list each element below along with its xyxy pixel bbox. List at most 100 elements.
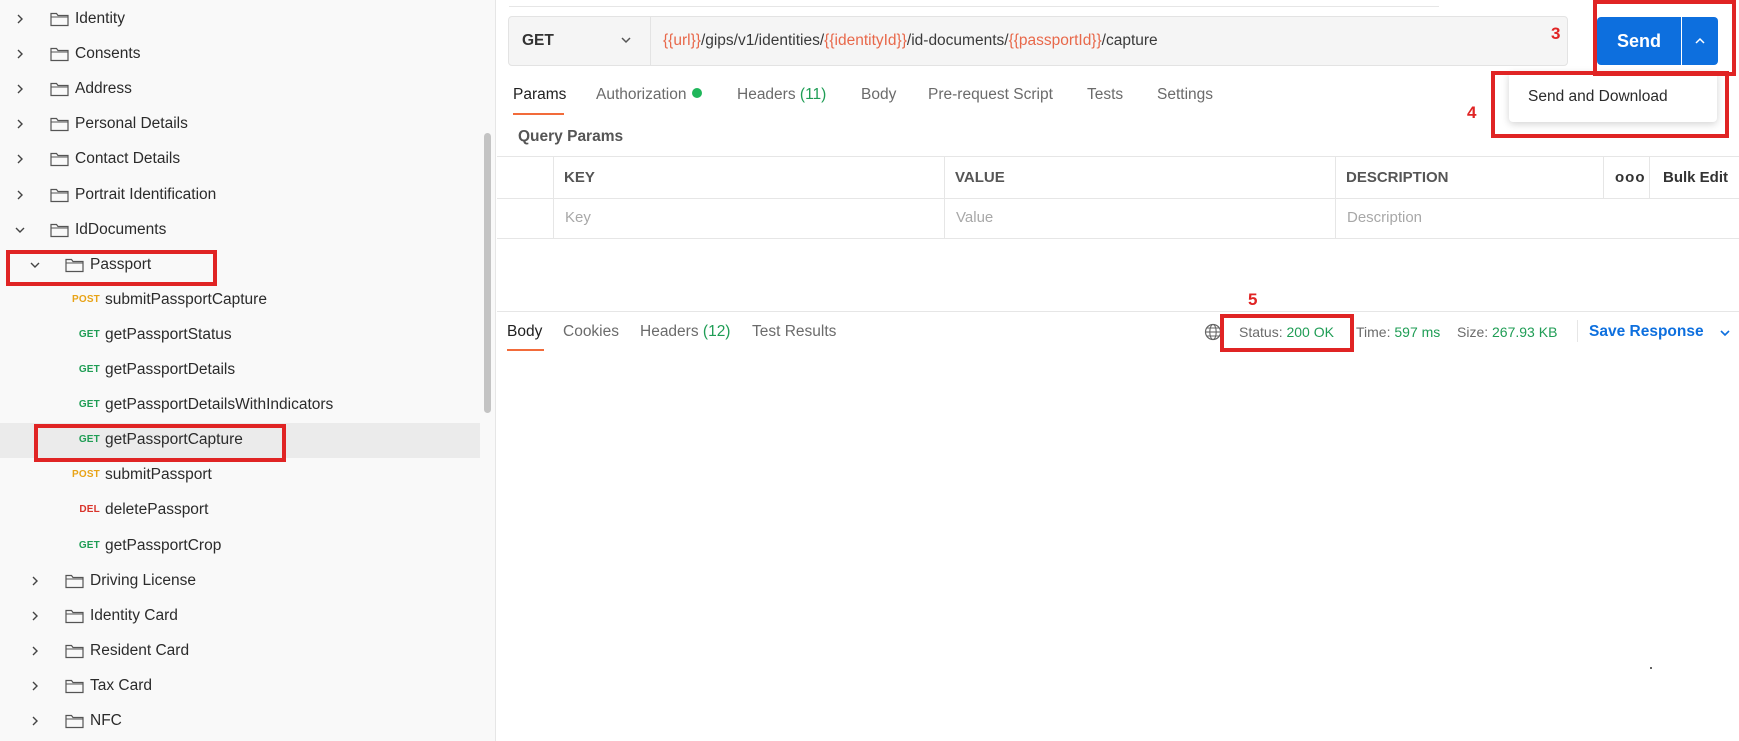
- time-label: Time:: [1356, 324, 1391, 340]
- table-col-divider: [944, 156, 945, 238]
- size-label: Size:: [1457, 324, 1489, 340]
- tree-folder[interactable]: Identity Card: [0, 599, 480, 634]
- url-input[interactable]: {{url}}/gips/v1/identities/{{identityId}…: [651, 17, 1567, 65]
- chevron-right-icon[interactable]: [27, 678, 43, 694]
- url-variable: {{url}}: [663, 32, 701, 49]
- tree-request-label: getPassportCrop: [105, 536, 222, 554]
- tree-folder-label: Identity Card: [90, 606, 178, 624]
- url-segment: /id-documents/: [906, 32, 1009, 49]
- chevron-down-icon: [621, 37, 631, 44]
- tree-folder-label: NFC: [90, 712, 122, 729]
- folder-icon: [50, 187, 70, 203]
- tree-request-label: submitPassport: [105, 466, 212, 484]
- tree-request[interactable]: DEL deletePassport: [0, 493, 480, 528]
- response-tab-test-results[interactable]: Test Results: [752, 323, 836, 341]
- tree-request[interactable]: GET getPassportCrop: [0, 529, 480, 564]
- tab-authorization[interactable]: Authorization: [596, 86, 703, 104]
- tree-folder-label: Identity: [75, 10, 125, 27]
- folder-icon: [65, 643, 85, 659]
- tree-folder-label: Address: [75, 80, 132, 98]
- tab-params[interactable]: Params: [513, 86, 566, 104]
- method-badge: GET: [78, 539, 100, 551]
- folder-icon: [50, 222, 70, 238]
- response-tab-body[interactable]: Body: [507, 323, 542, 341]
- chevron-right-icon[interactable]: [12, 187, 28, 203]
- chevron-down-icon[interactable]: [12, 222, 28, 238]
- tab-params-underline: [513, 113, 564, 115]
- method-select[interactable]: GET: [509, 17, 651, 65]
- method-select-value: GET: [522, 32, 554, 49]
- param-key-input[interactable]: Key: [565, 209, 591, 226]
- save-response-button[interactable]: Save Response: [1589, 323, 1704, 341]
- bulk-edit-button[interactable]: Bulk Edit: [1663, 169, 1728, 186]
- chevron-down-icon[interactable]: [1719, 327, 1731, 339]
- tab-pre-request-script[interactable]: Pre-request Script: [928, 86, 1053, 104]
- response-tab-headers[interactable]: Headers (12): [640, 323, 730, 341]
- tab-headers-label: Headers: [737, 86, 796, 103]
- tab-body[interactable]: Body: [861, 86, 896, 104]
- chevron-right-icon[interactable]: [27, 608, 43, 624]
- response-tab-headers-label: Headers: [640, 323, 699, 340]
- tree-request[interactable]: POST submitPassportCapture: [0, 283, 480, 318]
- tab-settings[interactable]: Settings: [1157, 86, 1213, 104]
- url-bar: GET {{url}}/gips/v1/identities/{{identit…: [508, 16, 1568, 66]
- tab-headers[interactable]: Headers (11): [737, 86, 826, 104]
- tree-folder[interactable]: Portrait Identification: [0, 178, 480, 213]
- table-col-divider: [1603, 156, 1604, 198]
- tree-folder[interactable]: IdDocuments: [0, 213, 480, 248]
- chevron-right-icon[interactable]: [12, 11, 28, 27]
- table-border-mid: [497, 198, 1739, 199]
- tree-request-label: getPassportDetailsWithIndicators: [105, 396, 334, 414]
- param-value-input[interactable]: Value: [956, 209, 993, 226]
- chevron-right-icon[interactable]: [27, 643, 43, 659]
- annotation-number-5: 5: [1248, 290, 1258, 309]
- folder-icon: [50, 81, 70, 97]
- tree-request[interactable]: POST submitPassport: [0, 458, 480, 493]
- sidebar-scrollbar[interactable]: [484, 133, 491, 413]
- tree-folder[interactable]: NFC: [0, 704, 480, 739]
- tab-authorization-label: Authorization: [596, 86, 687, 103]
- chevron-right-icon[interactable]: [12, 116, 28, 132]
- tree-folder-label: Resident Card: [90, 641, 190, 659]
- more-options-button[interactable]: ooo: [1615, 169, 1646, 186]
- tree-folder[interactable]: Tax Card: [0, 669, 480, 704]
- url-segment: /capture: [1101, 32, 1158, 49]
- tree-request[interactable]: GET getPassportStatus: [0, 318, 480, 353]
- collection-sidebar: Identity Consents Address Personal Details C…: [0, 0, 496, 741]
- param-description-input[interactable]: Description: [1347, 209, 1422, 226]
- column-header-value: VALUE: [955, 169, 1005, 186]
- chevron-right-icon[interactable]: [12, 81, 28, 97]
- response-tab-cookies[interactable]: Cookies: [563, 323, 619, 341]
- folder-icon: [65, 608, 85, 624]
- folder-icon: [65, 573, 85, 589]
- chevron-right-icon[interactable]: [27, 713, 43, 729]
- method-badge: DEL: [79, 504, 100, 516]
- tree-request[interactable]: GET getPassportDetails: [0, 353, 480, 388]
- response-size: Size: 267.93 KB: [1457, 324, 1557, 340]
- tree-folder-label: Contact Details: [75, 150, 181, 168]
- tree-folder[interactable]: Driving License: [0, 564, 480, 599]
- tree-folder-label: Driving License: [90, 571, 196, 589]
- url-segment: /gips/v1/identities/: [700, 32, 825, 49]
- annotation-box-send-download: [1491, 71, 1729, 138]
- tree-folder[interactable]: Resident Card: [0, 634, 480, 669]
- tree-folder[interactable]: Consents: [0, 37, 480, 72]
- url-variable: {{identityId}}: [824, 32, 907, 49]
- tree-folder[interactable]: Contact Details: [0, 142, 480, 177]
- tab-tests[interactable]: Tests: [1087, 86, 1123, 104]
- table-border-bottom: [497, 238, 1739, 239]
- chevron-right-icon[interactable]: [12, 46, 28, 62]
- annotation-number-3: 3: [1551, 24, 1561, 43]
- tree-folder[interactable]: Identity: [0, 2, 480, 37]
- folder-icon: [50, 116, 70, 132]
- chevron-right-icon[interactable]: [12, 151, 28, 167]
- tree-folder[interactable]: Personal Details: [0, 107, 480, 142]
- chevron-right-icon[interactable]: [27, 573, 43, 589]
- folder-icon: [50, 46, 70, 62]
- query-params-title: Query Params: [518, 128, 624, 145]
- tree-request[interactable]: GET getPassportDetailsWithIndicators: [0, 388, 480, 423]
- tree-folder[interactable]: Address: [0, 72, 480, 107]
- table-border-top: [497, 156, 1739, 157]
- tree-folder-label: Personal Details: [75, 115, 188, 133]
- table-col-divider: [1649, 156, 1650, 198]
